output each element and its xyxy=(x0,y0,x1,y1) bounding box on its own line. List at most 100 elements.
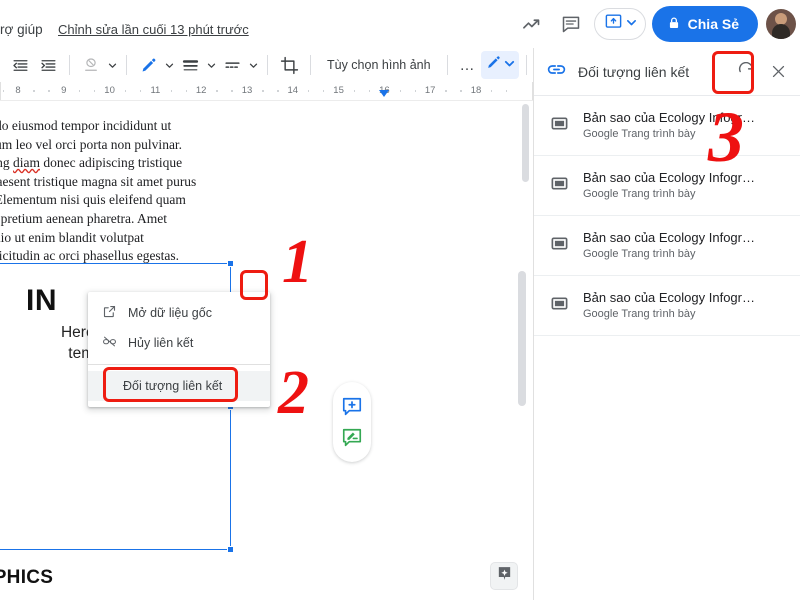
ruler-tick xyxy=(170,90,172,92)
menu-item-open-source[interactable]: Mở dữ liệu gốc xyxy=(88,298,270,328)
misspelled-word: diam xyxy=(13,155,40,171)
document-text-line: Aliquet nibh praesent tristique magna si… xyxy=(0,173,197,189)
linked-object-type: Google Trang trình bày xyxy=(583,248,696,260)
ruler-number: 17 xyxy=(424,85,436,96)
ruler-number: 11 xyxy=(150,85,161,96)
menu-item-unlink[interactable]: Hủy liên kết xyxy=(88,328,270,358)
menu-divider xyxy=(88,364,270,365)
border-weight-caret-icon[interactable] xyxy=(204,51,218,79)
ruler-tick xyxy=(491,90,493,92)
top-bar: rợ giúp Chỉnh sửa lần cuối 13 phút trước xyxy=(0,0,800,48)
ruler-tick xyxy=(216,90,218,92)
ruler-number: 8 xyxy=(15,85,21,96)
ruler-number: 13 xyxy=(241,85,253,96)
ruler-tick xyxy=(231,90,233,92)
refresh-button[interactable] xyxy=(730,56,762,88)
ruler-number: 10 xyxy=(104,85,115,96)
menu-bar-help-item[interactable]: rợ giúp xyxy=(0,22,43,37)
document-text-line: im eu. Adipiscing diam donec adipiscing … xyxy=(0,155,183,171)
ruler-tick xyxy=(354,90,356,92)
linked-object-name: Bản sao của Ecology Infographics… xyxy=(583,170,761,185)
document-text-line: m vestibulum. Elementum nisi quis eleife… xyxy=(0,192,186,208)
ruler-tick xyxy=(506,90,508,92)
linked-object-list-item[interactable]: Bản sao của Ecology Infographics… Google … xyxy=(534,96,800,156)
document-text-line: integer quis. Odio ut enim blandit volut… xyxy=(0,229,144,245)
clear-formatting-caret-icon[interactable] xyxy=(105,51,119,79)
resize-handle-bottom-right[interactable] xyxy=(227,546,234,553)
document-scrollbar[interactable] xyxy=(518,271,526,406)
more-options-button[interactable]: … xyxy=(455,52,481,78)
formatting-toolbar: Tùy chọn hình ảnh … xyxy=(0,48,554,82)
ruler-number: 9 xyxy=(61,85,67,96)
ruler-edge xyxy=(0,82,1,100)
linked-object-list-item[interactable]: Bản sao của Ecology Infographics… Google … xyxy=(534,276,800,336)
editing-mode-button[interactable] xyxy=(480,51,519,79)
explore-button[interactable] xyxy=(490,562,518,590)
crop-icon[interactable] xyxy=(275,51,303,79)
linked-object-texts: Bản sao của Ecology Infographics… Google … xyxy=(583,290,761,320)
ruler-tick xyxy=(125,90,127,92)
ruler-tick xyxy=(262,90,264,92)
trending-up-icon[interactable] xyxy=(514,7,548,41)
border-color-caret-icon[interactable] xyxy=(162,51,176,79)
decrease-indent-icon[interactable] xyxy=(6,51,34,79)
document-text-line: u turpis egestas pretium aenean pharetra… xyxy=(0,210,168,226)
ruler-tick xyxy=(369,90,371,92)
resize-handle-top-right[interactable] xyxy=(227,260,234,267)
linked-object-list-item[interactable]: Bản sao của Ecology Infographics… Google … xyxy=(534,216,800,276)
last-edit-status[interactable]: Chỉnh sửa lần cuối 13 phút trước xyxy=(58,22,249,37)
border-weight-icon[interactable] xyxy=(176,51,204,79)
ruler-tick xyxy=(308,90,310,92)
ruler-tick xyxy=(33,90,35,92)
menu-item-linked-objects[interactable]: Đối tượng liên kết xyxy=(88,371,270,401)
border-dash-caret-icon[interactable] xyxy=(246,51,260,79)
menu-item-label: Hủy liên kết xyxy=(128,336,194,350)
linked-object-texts: Bản sao của Ecology Infographics… Google … xyxy=(583,170,761,200)
horizontal-ruler[interactable]: 8 9 10 11 12 13 14 15 16 17 18 xyxy=(0,82,533,101)
ruler-tick xyxy=(399,90,401,92)
comment-icon[interactable] xyxy=(554,7,588,41)
share-button[interactable]: Chia Sẻ xyxy=(651,6,758,42)
bottom-infographics-heading: INFOGRAPHICS xyxy=(0,567,54,588)
border-color-icon[interactable] xyxy=(134,51,162,79)
document-paragraph[interactable]: iscing elit, sed do eiusmod tempor incid… xyxy=(0,117,218,266)
ruler-number: 12 xyxy=(195,85,207,96)
linked-objects-list[interactable]: Bản sao của Ecology Infographics… Google … xyxy=(522,96,800,336)
document-text-line: iscing elit, sed do eiusmod tempor incid… xyxy=(0,118,172,133)
slides-icon xyxy=(550,234,569,258)
linked-object-name: Bản sao của Ecology Infographics… xyxy=(583,110,761,125)
toolbar-divider xyxy=(310,55,311,75)
image-options-button[interactable]: Tùy chọn hình ảnh xyxy=(318,52,440,78)
linked-object-type: Google Trang trình bày xyxy=(583,188,696,200)
top-bar-actions: Chia Sẻ xyxy=(514,0,796,48)
toolbar-divider xyxy=(446,55,448,75)
suggest-edit-icon[interactable] xyxy=(340,426,364,450)
toolbar-divider xyxy=(525,55,527,75)
present-button[interactable] xyxy=(593,8,646,40)
panel-scrollbar[interactable] xyxy=(522,104,529,182)
increase-indent-icon[interactable] xyxy=(34,51,62,79)
link-context-menu: Mở dữ liệu gốc Hủy liên kết Đối tượng li… xyxy=(88,292,270,407)
chevron-down-icon xyxy=(504,56,515,74)
link-icon xyxy=(546,59,567,85)
ruler-tick xyxy=(323,90,325,92)
ruler-number: 15 xyxy=(333,85,344,96)
ruler-tick xyxy=(460,90,462,92)
ruler-tick xyxy=(186,90,188,92)
chevron-down-icon xyxy=(626,15,637,33)
linked-objects-panel: Đối tượng liên kết Bản sao của Ecology I… xyxy=(522,48,800,600)
menu-item-label: Đối tượng liên kết xyxy=(123,379,223,393)
linked-object-list-item[interactable]: Bản sao của Ecology Infographics… Google … xyxy=(534,156,800,216)
share-button-label: Chia Sẻ xyxy=(687,16,739,32)
ruler-tick xyxy=(140,90,142,92)
clear-formatting-icon[interactable] xyxy=(77,51,105,79)
add-comment-icon[interactable] xyxy=(340,395,364,419)
user-avatar[interactable] xyxy=(766,9,796,39)
explore-icon xyxy=(496,565,513,587)
ruler-tick xyxy=(48,90,50,92)
close-button[interactable] xyxy=(762,56,794,88)
linked-object-name: Bản sao của Ecology Infographics… xyxy=(583,230,761,245)
panel-header: Đối tượng liên kết xyxy=(534,48,800,96)
border-dash-icon[interactable] xyxy=(218,51,246,79)
ruler-indent-marker[interactable] xyxy=(379,90,390,97)
